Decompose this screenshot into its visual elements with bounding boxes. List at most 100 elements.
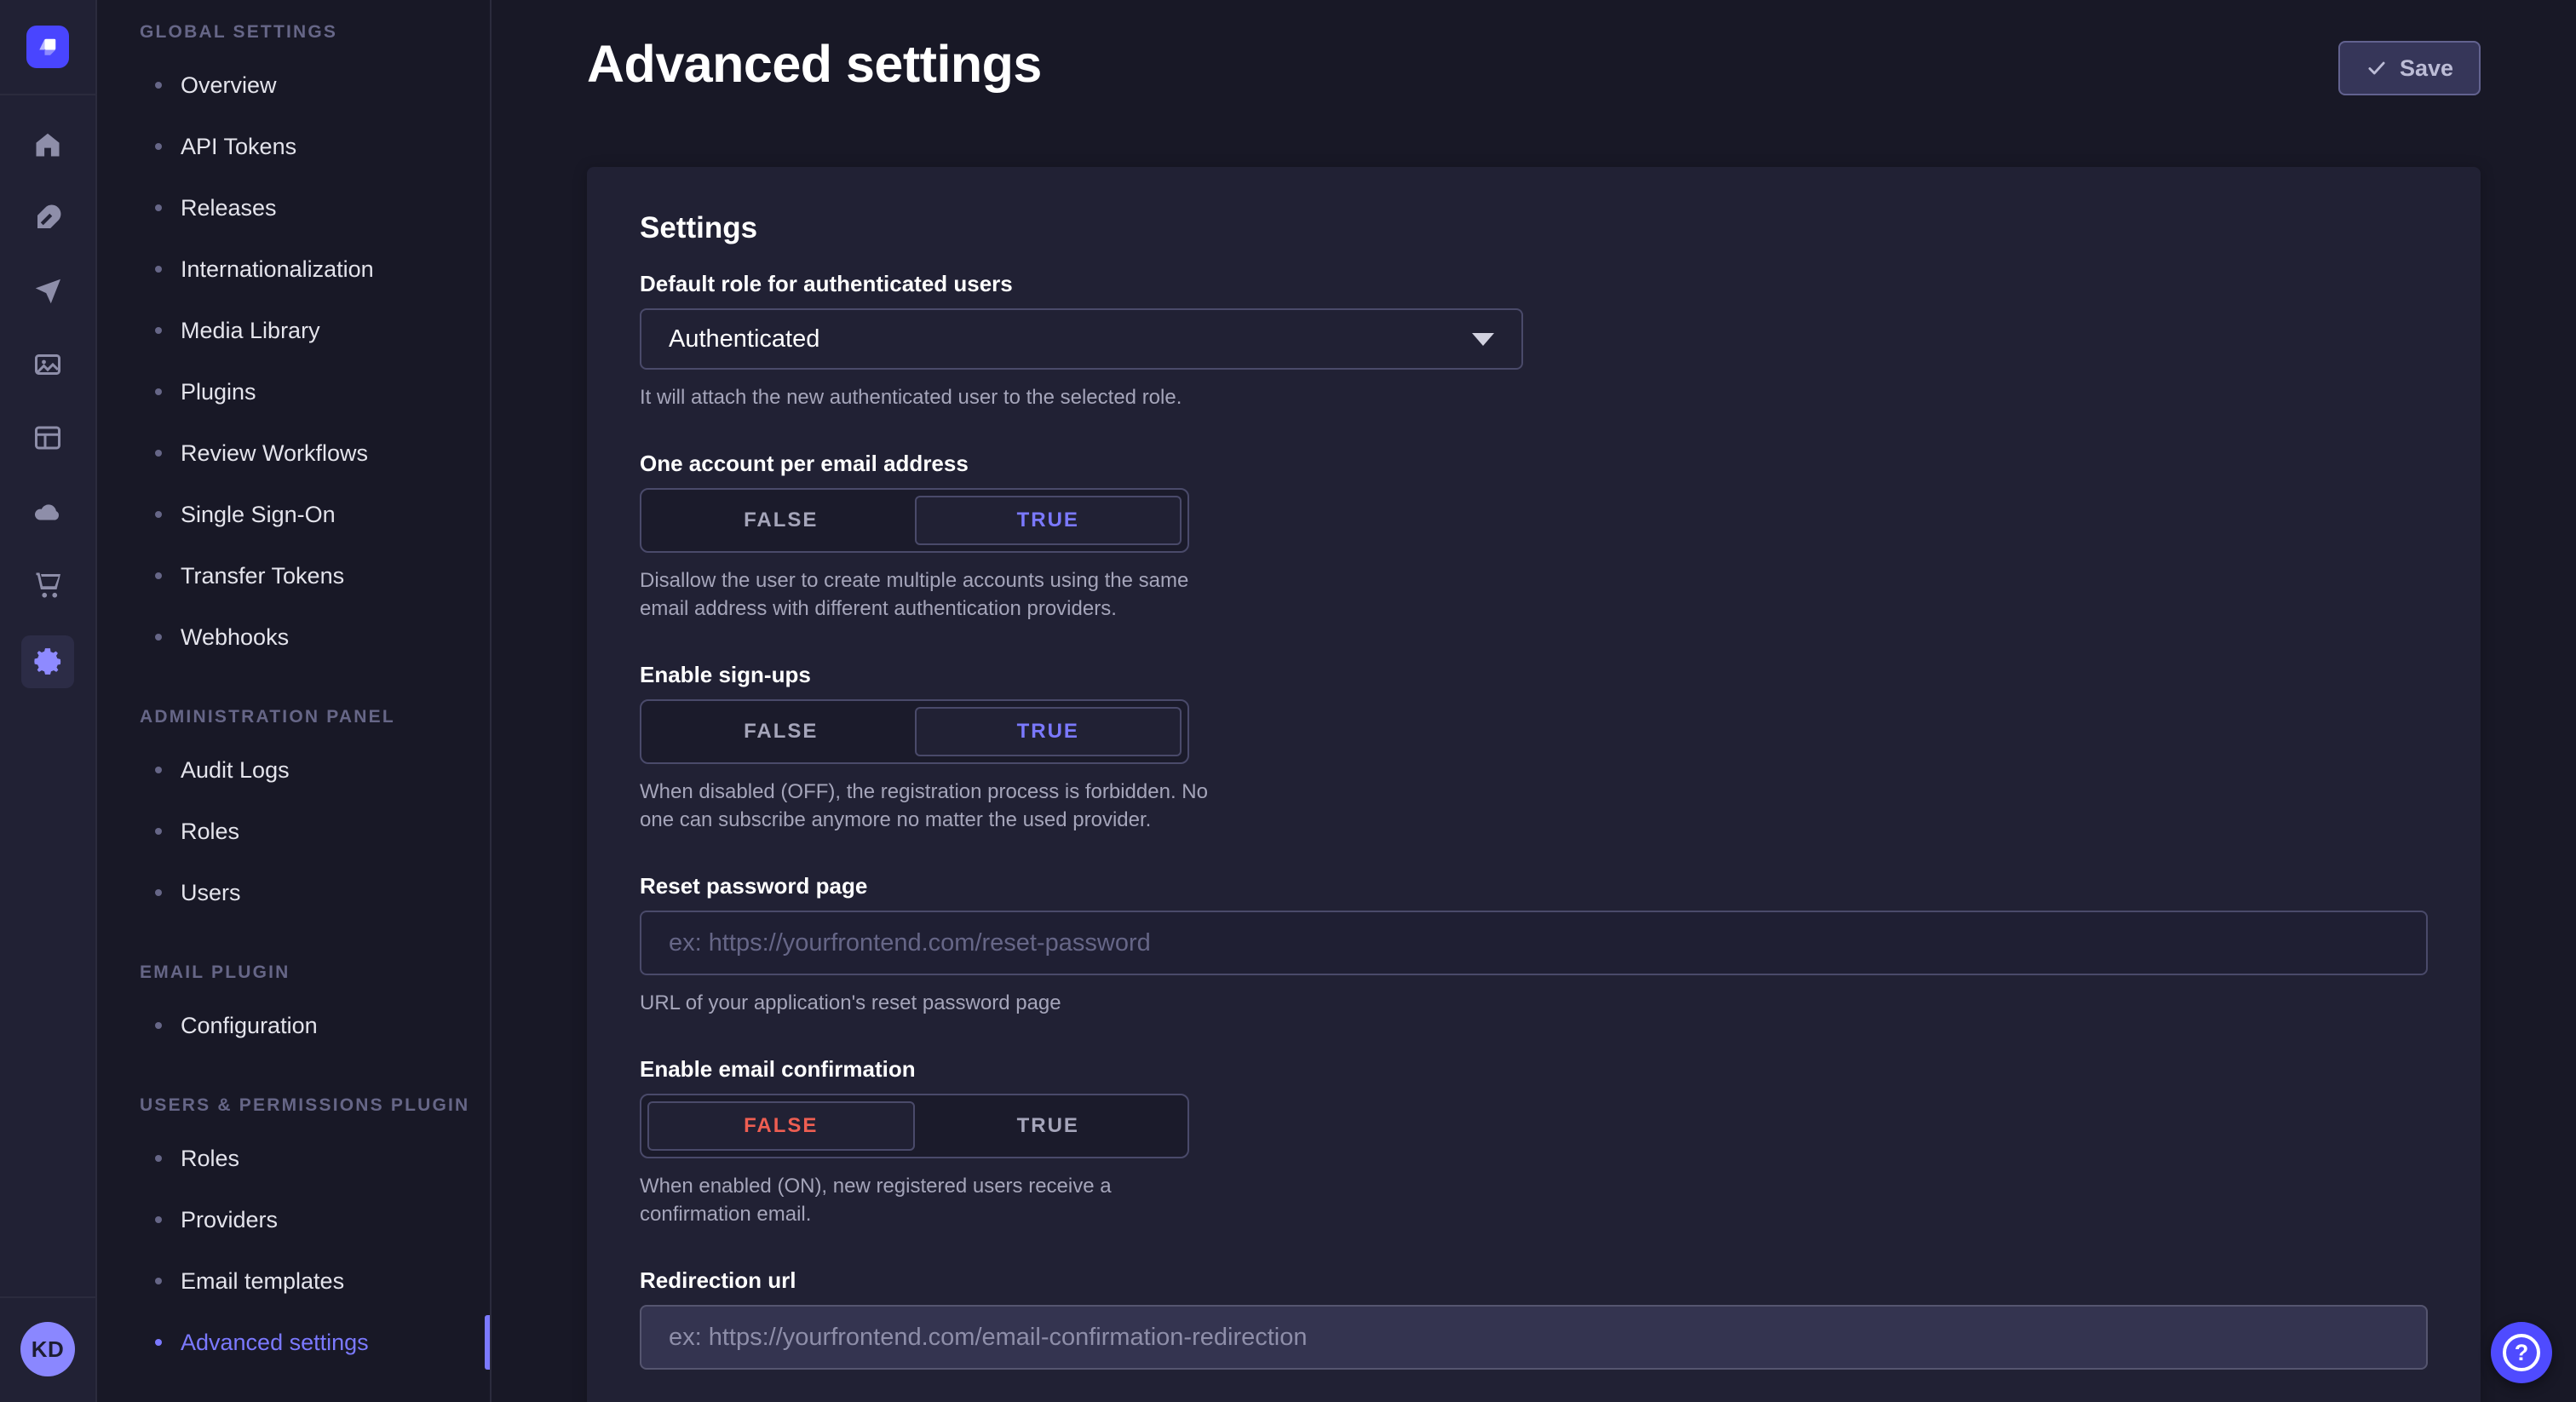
settings-subnav: GLOBAL SETTINGSOverviewAPI TokensRelease… — [97, 0, 492, 1402]
layout-icon[interactable] — [32, 422, 63, 453]
bullet-icon — [155, 889, 162, 896]
field-label: Reset password page — [640, 871, 2428, 900]
toggle-option-false[interactable]: FALSE — [647, 496, 915, 545]
send-icon[interactable] — [32, 276, 63, 307]
page-header: Advanced settings Save — [587, 34, 2481, 95]
bullet-icon — [155, 388, 162, 395]
subnav-item-roles[interactable]: Roles — [97, 1128, 490, 1189]
field-enable-sign-ups: Enable sign-ups FALSE TRUE When disabled… — [640, 660, 2428, 834]
subnav-item-label: Providers — [181, 1207, 278, 1233]
email-confirmation-toggle: FALSE TRUE — [640, 1094, 1189, 1158]
media-library-icon[interactable] — [32, 349, 63, 380]
toggle-option-true[interactable]: TRUE — [915, 496, 1182, 545]
cloud-icon[interactable] — [32, 496, 63, 526]
field-reset-password-page: Reset password page URL of your applicat… — [640, 871, 2428, 1017]
subnav-item-media-library[interactable]: Media Library — [97, 300, 490, 361]
feather-icon[interactable] — [32, 203, 63, 233]
help-button[interactable]: ? — [2491, 1322, 2552, 1383]
subnav-item-internationalization[interactable]: Internationalization — [97, 238, 490, 300]
subnav-item-label: Webhooks — [181, 624, 289, 651]
subnav-item-email-templates[interactable]: Email templates — [97, 1250, 490, 1312]
rail-bottom-divider — [0, 1296, 96, 1298]
field-redirection-url: Redirection url — [640, 1266, 2428, 1370]
bullet-icon — [155, 1155, 162, 1162]
field-hint: URL of your application's reset password… — [640, 989, 2428, 1017]
subnav-item-label: Users — [181, 880, 241, 906]
user-avatar[interactable]: KD — [20, 1322, 75, 1376]
icon-rail: KD — [0, 0, 97, 1402]
bullet-icon — [155, 767, 162, 773]
field-label: Enable email confirmation — [640, 1054, 2428, 1083]
one-account-toggle: FALSE TRUE — [640, 488, 1189, 553]
toggle-option-true[interactable]: TRUE — [915, 707, 1182, 756]
subnav-item-label: Configuration — [181, 1013, 318, 1039]
subnav-item-label: Plugins — [181, 379, 256, 405]
subnav-sections: GLOBAL SETTINGSOverviewAPI TokensRelease… — [97, 22, 490, 1373]
settings-nav-active-tile[interactable] — [21, 635, 74, 688]
reset-password-input[interactable] — [640, 911, 2428, 975]
subnav-item-label: Single Sign-On — [181, 502, 336, 528]
field-one-account-per-email: One account per email address FALSE TRUE… — [640, 449, 2428, 623]
subnav-item-roles[interactable]: Roles — [97, 801, 490, 862]
main-content: Advanced settings Save Settings Default … — [492, 0, 2576, 1402]
subnav-item-webhooks[interactable]: Webhooks — [97, 606, 490, 668]
subnav-item-label: Advanced settings — [181, 1330, 369, 1356]
subnav-item-label: Media Library — [181, 318, 320, 344]
subnav-item-label: Roles — [181, 1146, 239, 1172]
field-label: Enable sign-ups — [640, 660, 2428, 689]
page-title: Advanced settings — [587, 34, 1042, 94]
subnav-item-label: Review Workflows — [181, 440, 368, 467]
select-value: Authenticated — [669, 325, 819, 353]
check-icon — [2366, 57, 2388, 79]
bullet-icon — [155, 1216, 162, 1223]
subnav-item-api-tokens[interactable]: API Tokens — [97, 116, 490, 177]
save-button[interactable]: Save — [2338, 41, 2481, 95]
subnav-item-releases[interactable]: Releases — [97, 177, 490, 238]
subnav-item-label: Overview — [181, 72, 277, 99]
subnav-section-heading: ADMINISTRATION PANEL — [97, 707, 490, 727]
bullet-icon — [155, 327, 162, 334]
subnav-item-single-sign-on[interactable]: Single Sign-On — [97, 484, 490, 545]
subnav-item-review-workflows[interactable]: Review Workflows — [97, 422, 490, 484]
subnav-item-advanced-settings[interactable]: Advanced settings — [97, 1312, 490, 1373]
subnav-item-configuration[interactable]: Configuration — [97, 995, 490, 1056]
bullet-icon — [155, 143, 162, 150]
subnav-item-label: Roles — [181, 819, 239, 845]
field-label: Default role for authenticated users — [640, 269, 2428, 298]
bullet-icon — [155, 82, 162, 89]
subnav-item-overview[interactable]: Overview — [97, 55, 490, 116]
bullet-icon — [155, 204, 162, 211]
subnav-item-label: Audit Logs — [181, 757, 290, 784]
field-default-role: Default role for authenticated users Aut… — [640, 269, 2428, 411]
bullet-icon — [155, 511, 162, 518]
subnav-item-transfer-tokens[interactable]: Transfer Tokens — [97, 545, 490, 606]
field-hint: When disabled (OFF), the registration pr… — [640, 778, 1210, 834]
redirection-url-input[interactable] — [640, 1305, 2428, 1370]
bullet-icon — [155, 828, 162, 835]
strapi-logo[interactable] — [26, 26, 69, 68]
subnav-item-label: Email templates — [181, 1268, 344, 1295]
bullet-icon — [155, 1339, 162, 1346]
subnav-item-audit-logs[interactable]: Audit Logs — [97, 739, 490, 801]
bullet-icon — [155, 572, 162, 579]
subnav-item-providers[interactable]: Providers — [97, 1189, 490, 1250]
home-icon[interactable] — [32, 129, 63, 160]
default-role-select[interactable]: Authenticated — [640, 308, 1523, 370]
subnav-item-label: Transfer Tokens — [181, 563, 344, 589]
cart-icon[interactable] — [32, 569, 63, 600]
field-label: Redirection url — [640, 1266, 2428, 1295]
settings-card-heading: Settings — [640, 211, 2428, 245]
subnav-item-label: Internationalization — [181, 256, 374, 283]
strapi-logo-icon — [35, 34, 60, 60]
enable-signups-toggle: FALSE TRUE — [640, 699, 1189, 764]
toggle-option-false[interactable]: FALSE — [647, 1101, 915, 1151]
field-hint: When enabled (ON), new registered users … — [640, 1172, 1210, 1228]
subnav-item-users[interactable]: Users — [97, 862, 490, 923]
toggle-option-true[interactable]: TRUE — [915, 1101, 1182, 1151]
bullet-icon — [155, 1278, 162, 1284]
subnav-item-label: Releases — [181, 195, 277, 221]
toggle-option-false[interactable]: FALSE — [647, 707, 915, 756]
subnav-section-heading: USERS & PERMISSIONS PLUGIN — [97, 1095, 490, 1116]
subnav-item-plugins[interactable]: Plugins — [97, 361, 490, 422]
subnav-item-label: API Tokens — [181, 134, 296, 160]
